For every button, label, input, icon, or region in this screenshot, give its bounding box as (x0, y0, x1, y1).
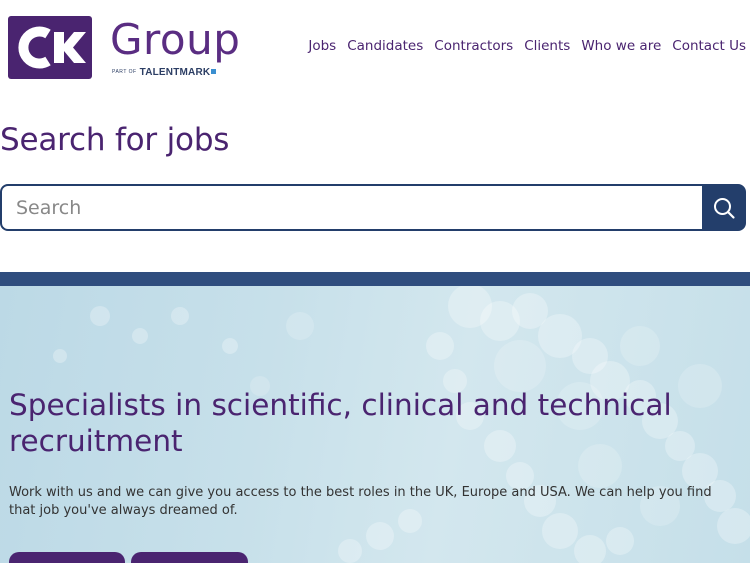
hero-top-bar (0, 272, 750, 286)
logo-wordmark: Group (110, 15, 241, 64)
logo-tagline-name: TALENTMARK (139, 67, 211, 78)
search-input[interactable] (0, 184, 702, 231)
search-title: Search for jobs (0, 122, 230, 158)
site-header: Group PART OF TALENTMARK Jobs Candidates … (0, 0, 750, 100)
main-nav: Jobs Candidates Contractors Clients Who … (308, 38, 746, 54)
hero-title: Specialists in scientific, clinical and … (9, 388, 672, 458)
ck-group-logo[interactable]: Group PART OF TALENTMARK (8, 15, 248, 80)
hero-banner: Specialists in scientific, clinical and … (0, 286, 750, 563)
search-icon (714, 197, 735, 219)
talentmark-dot-icon (211, 69, 217, 74)
nav-candidates[interactable]: Candidates (347, 38, 423, 54)
logo-tagline-prefix: PART OF (112, 69, 137, 76)
hero-description: Work with us and we can give you access … (9, 485, 712, 518)
job-search-bar (0, 184, 746, 231)
logo-tagline: PART OF TALENTMARK (112, 67, 217, 78)
hero-button-primary[interactable] (9, 552, 125, 563)
search-button[interactable] (702, 184, 746, 231)
ck-logo-mark (8, 16, 92, 79)
nav-clients[interactable]: Clients (524, 38, 570, 54)
nav-contact-us[interactable]: Contact Us (672, 38, 746, 54)
nav-who-we-are[interactable]: Who we are (581, 38, 661, 54)
nav-jobs[interactable]: Jobs (308, 38, 336, 54)
hero-button-secondary[interactable] (131, 552, 248, 563)
nav-contractors[interactable]: Contractors (434, 38, 513, 54)
